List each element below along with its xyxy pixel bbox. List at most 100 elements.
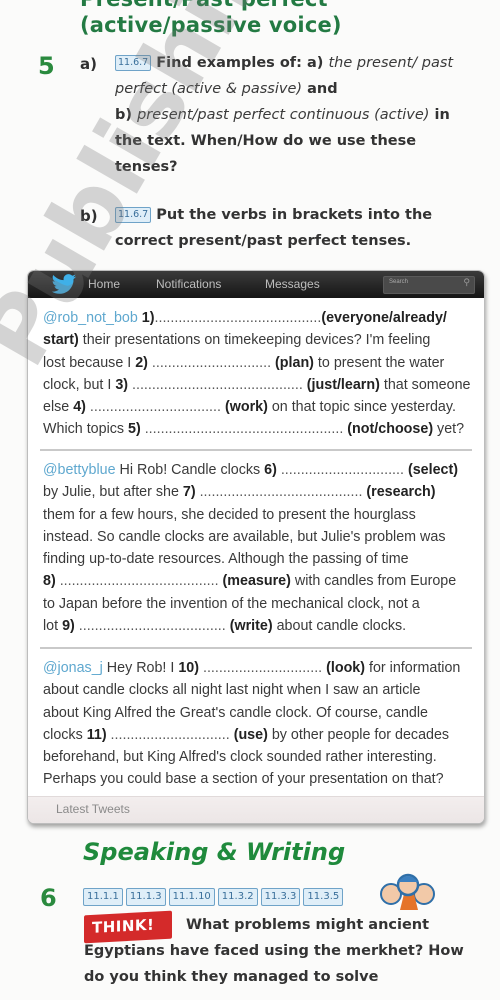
tweet: @rob_not_bob 1).........................… xyxy=(43,307,470,441)
curriculum-code: 11.6.7 xyxy=(115,207,152,223)
gap-number: 5) xyxy=(128,421,141,438)
tweet-text: lost because I xyxy=(43,354,136,371)
verb-prompt: (plan) xyxy=(271,354,314,371)
tweet-handle[interactable]: @rob_not_bob xyxy=(43,310,142,326)
gap-number: 9) xyxy=(62,618,75,635)
gap-number: 7) xyxy=(182,484,196,501)
exercise-number: 5 xyxy=(38,52,55,80)
tweet-text: by other people for decades xyxy=(267,726,450,743)
curriculum-code: 11.6.7 xyxy=(115,55,152,71)
answer-blank[interactable]: ............................... xyxy=(277,462,404,478)
curriculum-codes: 11.1.1 11.1.3 11.1.10 11.3.2 11.3.3 11.3… xyxy=(83,888,344,906)
answer-blank[interactable]: ........................................… xyxy=(196,484,363,500)
tweet-text: clock, but I xyxy=(43,376,116,393)
tweet-text: about candle clocks all night last night… xyxy=(43,682,421,699)
tweet-text: yet? xyxy=(433,421,465,438)
verb-prompt: (not/choose) xyxy=(343,421,434,438)
tweet-text: Hey Rob! I xyxy=(102,660,179,676)
tweet-text: by Julie, but after she xyxy=(43,484,183,501)
answer-blank[interactable]: .............................. xyxy=(199,660,322,676)
gap-number: 11) xyxy=(86,726,107,743)
tweet-line: start) their presentations on timekeepin… xyxy=(43,329,470,351)
answer-blank[interactable]: ..................................... xyxy=(75,618,226,634)
tweet-line: @rob_not_bob 1).........................… xyxy=(43,307,470,329)
tweet-text: lot xyxy=(43,618,63,635)
tweet-line: clock, but I 3) ........................… xyxy=(43,374,470,396)
nav-home[interactable]: Home xyxy=(88,277,120,291)
tweet-line: instead. So candle clocks are available,… xyxy=(43,526,470,548)
tweet-line: else 4) ................................… xyxy=(43,396,470,418)
section-heading-line2: (active/passive voice) xyxy=(80,13,342,37)
tweet-handle[interactable]: @jonas_j xyxy=(43,660,103,676)
gap-number: 6) xyxy=(264,462,277,478)
twitter-nav-bar: Home Notifications Messages Search ⚲ xyxy=(28,271,484,298)
latest-tweets-label[interactable]: Latest Tweets xyxy=(56,802,130,816)
tweet-divider xyxy=(40,449,472,451)
curriculum-code: 11.3.5 xyxy=(303,888,344,906)
tweet-line: by Julie, but after she 7) .............… xyxy=(43,481,470,503)
part-a-label: a) xyxy=(80,55,97,73)
curriculum-code: 11.1.3 xyxy=(125,888,166,906)
tweet-text: about candle clocks. xyxy=(272,618,407,635)
answer-blank[interactable]: ........................................… xyxy=(141,421,344,437)
gap-number: 10) xyxy=(178,660,199,676)
verb-prompt: (use) xyxy=(229,726,268,743)
tweet-text: Hi Rob! Candle clocks xyxy=(115,462,265,478)
tweet-text: on that topic since yesterday. xyxy=(267,399,456,416)
answer-blank[interactable]: .............................. xyxy=(107,727,230,743)
search-icon: ⚲ xyxy=(463,278,470,288)
tweet-text: to present the water xyxy=(313,354,445,371)
tweet: @bettyblue Hi Rob! Candle clocks 6) ....… xyxy=(43,459,470,637)
verb-prompt: start) xyxy=(43,332,79,349)
verb-prompt: (everyone/already/ xyxy=(321,310,447,326)
tweet-line: lost because I 2) ......................… xyxy=(43,352,470,374)
tweet-line: clocks 11) .............................… xyxy=(43,724,470,746)
verb-prompt: (measure) xyxy=(218,573,291,590)
tweet-handle[interactable]: @bettyblue xyxy=(43,462,116,478)
tweet-text: Which topics xyxy=(43,421,129,438)
tweet-text: finding up-to-date resources. Although t… xyxy=(43,551,409,568)
verb-prompt: (write) xyxy=(225,618,273,635)
tweet-line: Which topics 5) ........................… xyxy=(43,418,470,440)
search-placeholder: Search xyxy=(389,279,409,285)
twitter-card: Home Notifications Messages Search ⚲ @ro… xyxy=(27,270,485,824)
curriculum-code: 11.1.10 xyxy=(168,888,215,906)
tweet-text: about King Alfred the Great's candle clo… xyxy=(43,704,428,721)
tweet: @jonas_j Hey Rob! I 10) ................… xyxy=(43,657,470,791)
exercise-6-question: What problems might ancient Egyptians ha… xyxy=(84,912,484,990)
group-work-icon xyxy=(380,873,435,910)
tweet-line: them for a few hours, she decided to pre… xyxy=(43,504,470,526)
verb-prompt: (look) xyxy=(322,660,366,676)
tweet-line: about candle clocks all night last night… xyxy=(43,679,470,701)
answer-blank[interactable]: .............................. xyxy=(148,355,271,371)
tweet-divider xyxy=(40,647,472,649)
tweet-line: @bettyblue Hi Rob! Candle clocks 6) ....… xyxy=(43,459,470,481)
tweet-line: to Japan before the invention of the mec… xyxy=(43,593,470,615)
search-input[interactable]: Search ⚲ xyxy=(383,276,475,294)
verb-prompt: (select) xyxy=(403,462,459,478)
exercise-6-number: 6 xyxy=(40,884,57,912)
verb-prompt: (just/learn) xyxy=(302,376,380,393)
curriculum-code: 11.3.2 xyxy=(217,888,258,906)
answer-blank[interactable]: ................................. xyxy=(86,399,221,415)
gap-number: 1) xyxy=(141,310,155,326)
tweet-text: clocks xyxy=(43,726,87,743)
verb-prompt: (work) xyxy=(220,399,268,416)
part-b-instructions: 11.6.7 Put the verbs in brackets into th… xyxy=(115,202,475,254)
nav-messages[interactable]: Messages xyxy=(265,277,320,291)
tweet-line: @jonas_j Hey Rob! I 10) ................… xyxy=(43,657,470,679)
tweet-text: to Japan before the invention of the mec… xyxy=(43,595,420,612)
part-a-instructions: 11.6.7 Find examples of: a) the present/… xyxy=(115,50,475,180)
part-a-b: b) xyxy=(115,107,133,123)
speaking-writing-title: Speaking & Writing xyxy=(83,838,346,866)
tweet-line: lot 9) .................................… xyxy=(43,615,470,637)
tweet-line: beforehand, but King Alfred's clock soun… xyxy=(43,746,470,768)
nav-notifications[interactable]: Notifications xyxy=(156,277,221,291)
tweet-text: else xyxy=(43,399,74,416)
part-a-and: and xyxy=(307,81,338,97)
answer-blank[interactable]: ........................................ xyxy=(56,573,219,589)
answer-blank[interactable]: ........................................… xyxy=(155,310,322,326)
answer-blank[interactable]: ........................................… xyxy=(128,377,303,393)
part-b-label: b) xyxy=(80,207,98,225)
gap-number: 4) xyxy=(73,399,86,416)
